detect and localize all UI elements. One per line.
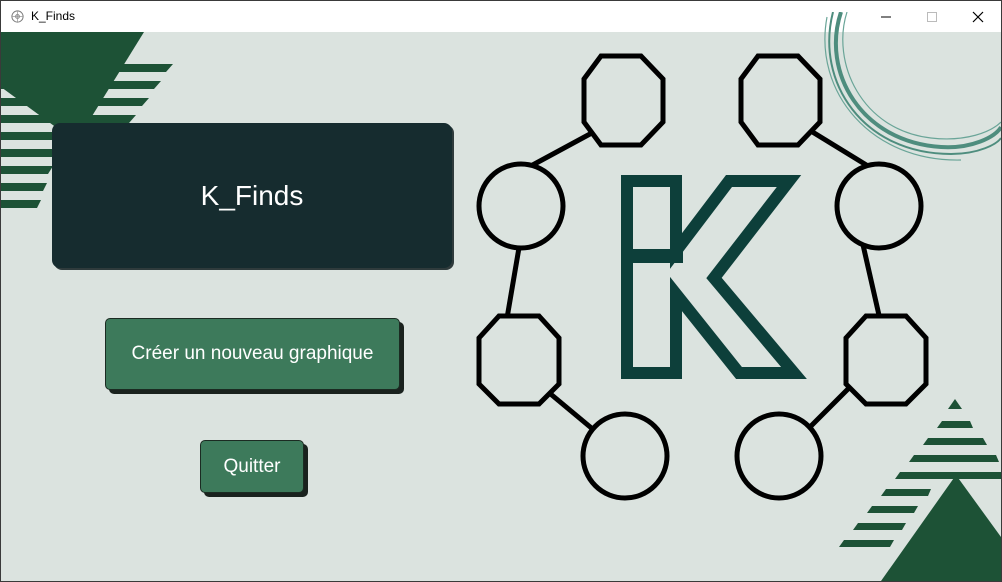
graph-node-octagon	[843, 313, 929, 407]
graph-node-octagon	[581, 53, 666, 148]
quit-button[interactable]: Quitter	[200, 440, 304, 493]
k-graph-logo	[476, 53, 929, 501]
graph-node-octagon	[738, 53, 823, 148]
app-title-card: K_Finds	[52, 123, 452, 268]
k-letter-icon	[621, 175, 807, 379]
graph-node-circle	[476, 161, 566, 251]
graph-node-octagon	[476, 313, 562, 407]
new-graph-button[interactable]: Créer un nouveau graphique	[105, 318, 400, 390]
app-window: K_Finds K_Finds Créer un nouveau graphiq…	[0, 0, 1002, 582]
main-canvas: K_Finds Créer un nouveau graphique Quitt…	[1, 12, 1001, 581]
graph-node-circle	[580, 411, 670, 501]
graph-network-icon	[11, 10, 24, 23]
app-title: K_Finds	[200, 179, 304, 211]
graph-node-circle	[734, 411, 824, 501]
graph-node-circle	[834, 161, 924, 251]
window-title: K_Finds	[31, 9, 76, 23]
